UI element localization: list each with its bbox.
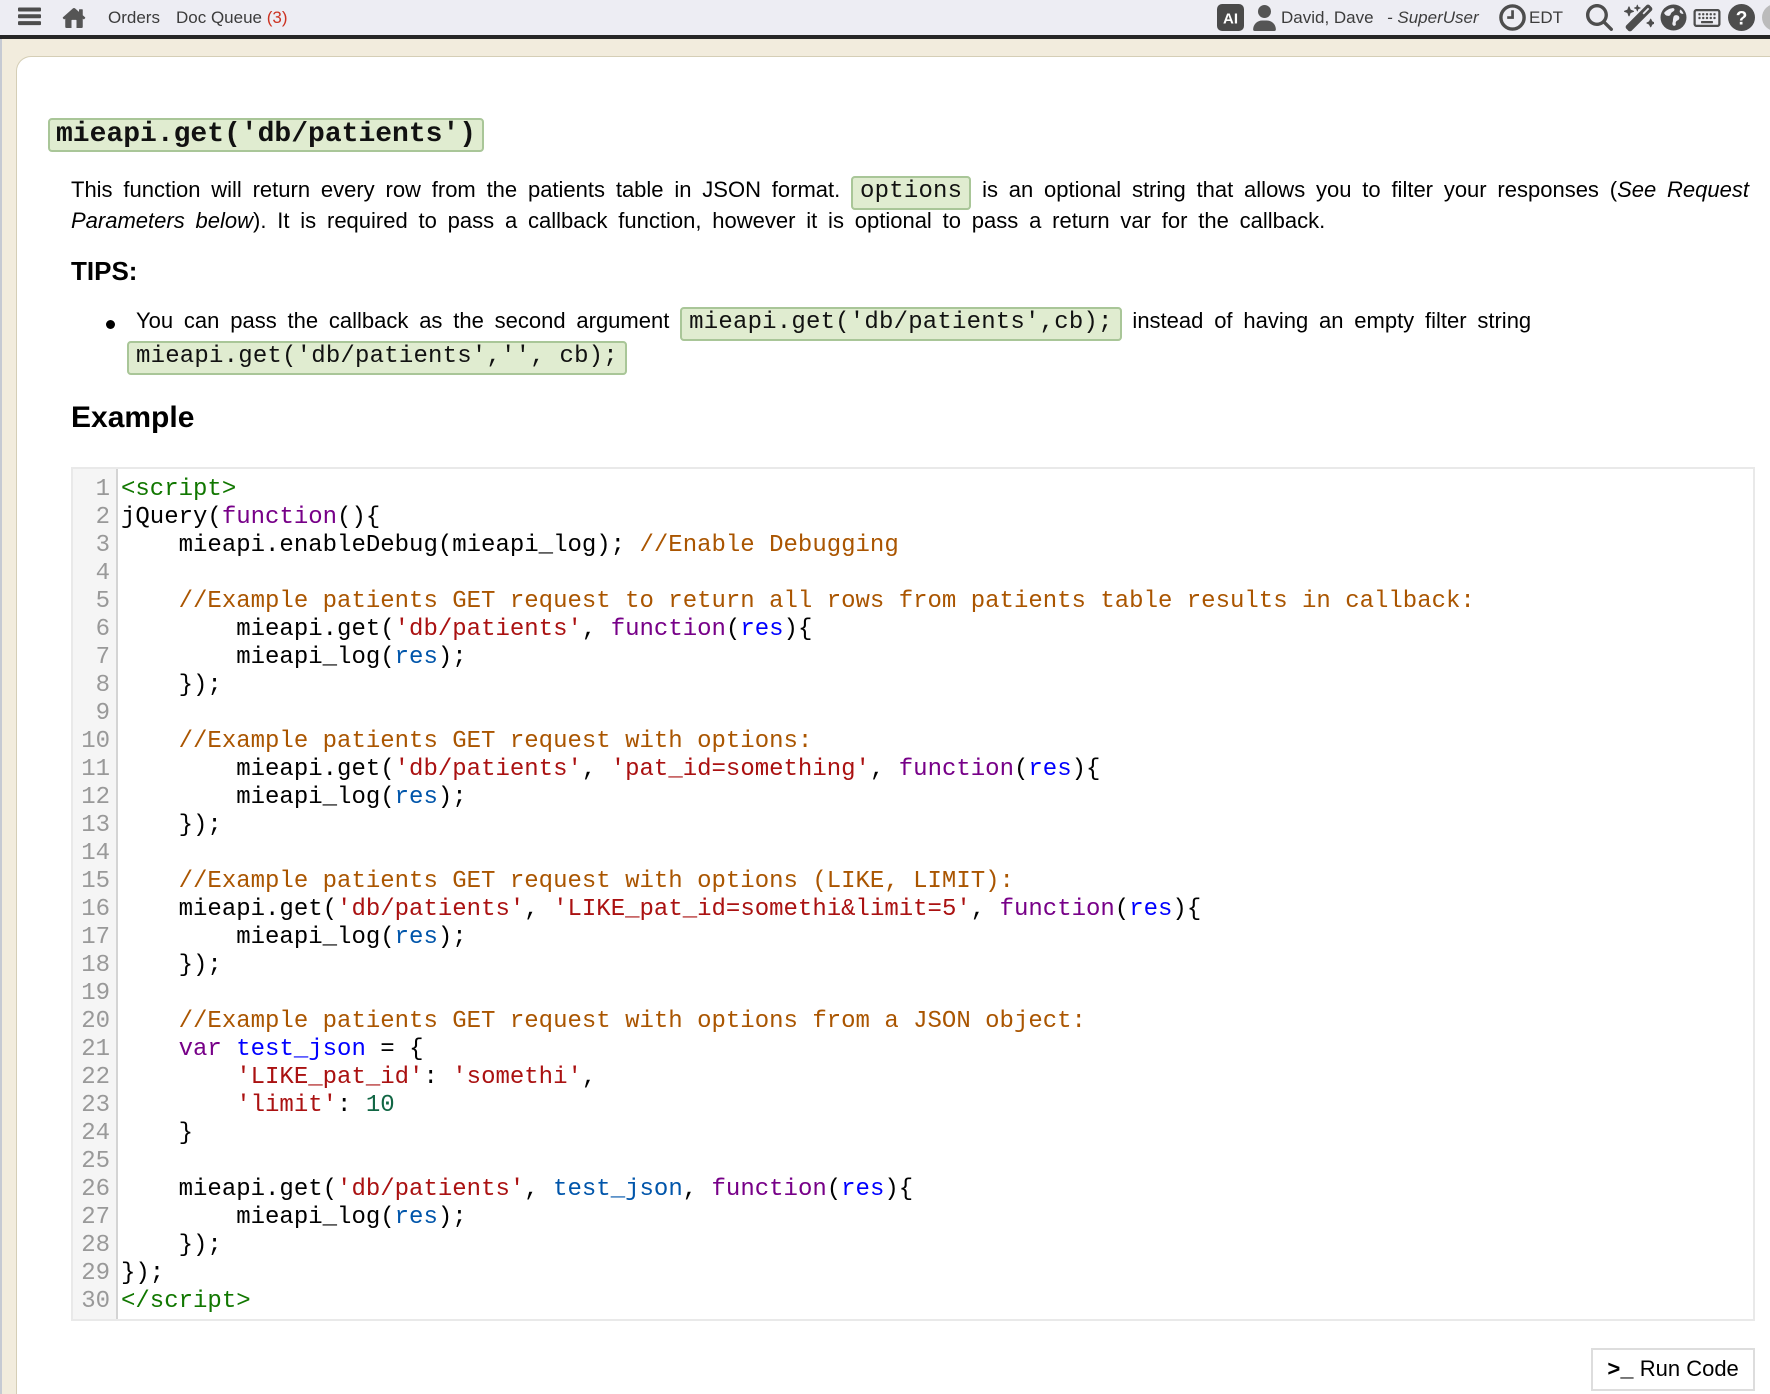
- svg-text:?: ?: [1736, 9, 1748, 30]
- svg-text:AI: AI: [1223, 11, 1238, 28]
